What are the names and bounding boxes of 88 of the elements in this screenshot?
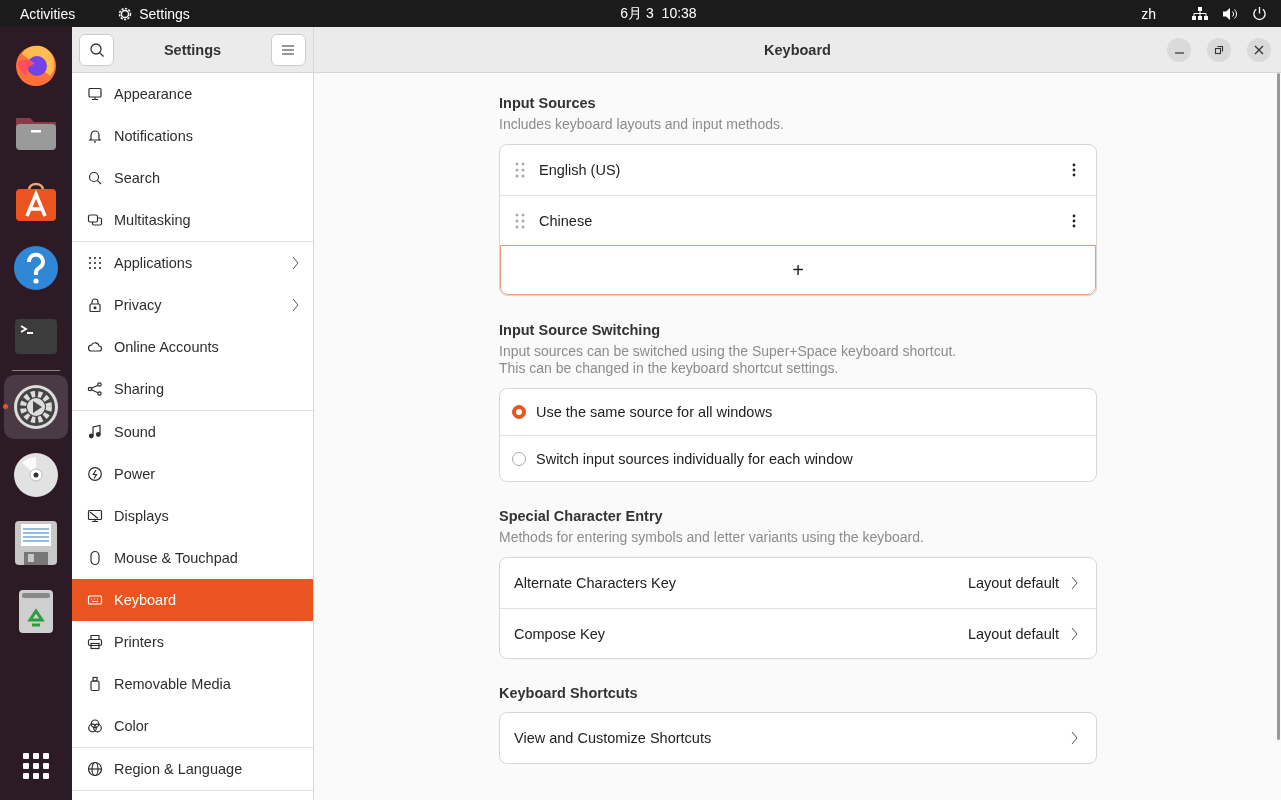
input-method-indicator[interactable]: zh — [1141, 5, 1156, 22]
setting-label[interactable]: Alternate Characters Key — [514, 575, 956, 591]
section-title: Input Source Switching — [499, 322, 662, 338]
printer-icon — [87, 634, 103, 650]
mouse-icon — [87, 550, 103, 566]
volume-icon[interactable] — [1222, 6, 1238, 21]
chevron-icon — [1071, 576, 1078, 590]
help-icon — [12, 244, 60, 292]
sidebar-item[interactable]: Sound — [72, 411, 313, 453]
sidebar-item[interactable]: Removable Media — [72, 663, 313, 705]
more-options-icon[interactable] — [1072, 163, 1076, 177]
radio-button[interactable] — [512, 405, 526, 419]
close-button[interactable] — [1247, 38, 1271, 62]
section-description: Methods for entering symbols and letter variants using the keyboard. — [499, 529, 925, 546]
setting-label[interactable]: View and Customize Shortcuts — [514, 730, 1059, 746]
sidebar-item[interactable]: Mouse & Touchpad — [72, 537, 313, 579]
app-menu[interactable]: Settings — [117, 5, 190, 22]
sidebar-item[interactable]: Notifications — [72, 115, 313, 157]
window-title: Keyboard — [764, 41, 831, 58]
lock-icon — [87, 297, 103, 313]
close-icon — [1254, 45, 1264, 55]
setting-value: Layout default — [967, 575, 1059, 591]
sidebar-item[interactable]: Printers — [72, 621, 313, 663]
share-icon — [87, 381, 103, 397]
chevron-icon — [1071, 626, 1078, 641]
display-icon — [87, 508, 103, 524]
drag-handle-icon[interactable] — [515, 162, 525, 178]
keyboard-icon — [87, 592, 103, 608]
sidebar-item[interactable]: Keyboard — [72, 579, 313, 621]
activities-button[interactable]: Activities — [20, 5, 76, 22]
input-source-name: Chinese — [539, 212, 594, 229]
menu-icon — [282, 44, 295, 55]
grid-icon — [87, 255, 103, 271]
drag-handle-icon[interactable] — [515, 212, 525, 229]
text-editor-icon — [12, 519, 60, 567]
section-title: Keyboard Shortcuts — [499, 685, 639, 701]
minimize-icon — [1174, 52, 1184, 54]
sidebar-item[interactable]: Multitasking — [72, 199, 313, 241]
running-indicator — [3, 404, 8, 409]
app-grid-icon[interactable] — [20, 750, 52, 782]
maximize-button[interactable] — [1207, 38, 1231, 62]
section-description: Input sources can be switched using the Super+Space keyboard shortcut. — [499, 343, 958, 360]
sidebar-item[interactable]: Sharing — [72, 368, 313, 410]
sidebar-item[interactable]: Appearance — [72, 73, 313, 115]
section-title: Input Sources — [499, 95, 597, 111]
dock-item[interactable] — [4, 375, 68, 439]
setting-value: Layout default — [967, 625, 1059, 642]
sidebar-item[interactable]: Applications — [72, 242, 313, 284]
windows-icon — [87, 212, 103, 228]
setting-label[interactable]: Compose Key — [514, 625, 956, 642]
restore-icon — [1214, 45, 1224, 55]
minimize-button[interactable] — [1167, 38, 1191, 62]
power-icon[interactable] — [1252, 6, 1267, 21]
sidebar-item[interactable]: Privacy — [72, 284, 313, 326]
sidebar-item[interactable]: Online Accounts — [72, 326, 313, 368]
network-icon[interactable] — [1192, 6, 1208, 21]
option-label[interactable]: Switch input sources individually for each window — [536, 450, 853, 467]
music-note-icon — [87, 424, 103, 440]
gear-icon — [117, 5, 134, 22]
sidebar-item[interactable]: Search — [72, 157, 313, 199]
search-icon — [88, 41, 105, 58]
sidebar-item[interactable]: Displays — [72, 495, 313, 537]
input-source-name: English (US) — [539, 162, 622, 178]
option-label[interactable]: Use the same source for all windows — [536, 404, 773, 420]
scrollbar[interactable] — [1277, 73, 1280, 740]
menu-button[interactable] — [271, 33, 306, 66]
chevron-icon — [1071, 731, 1078, 745]
sidebar-item[interactable]: Power — [72, 453, 313, 495]
bell-icon — [87, 128, 103, 144]
add-input-source-button[interactable]: + — [500, 245, 1096, 295]
search-icon — [87, 170, 103, 186]
power-icon — [87, 466, 103, 482]
section-title: Special Character Entry — [499, 508, 664, 524]
more-options-icon[interactable] — [1072, 213, 1076, 228]
sidebar-item[interactable]: Color — [72, 705, 313, 747]
globe-icon — [87, 761, 103, 777]
cloud-icon — [87, 339, 103, 355]
sidebar-item[interactable]: Region & Language — [72, 748, 313, 790]
color-icon — [87, 718, 103, 734]
usb-drive-icon — [87, 676, 103, 692]
section-description: This can be changed in the keyboard shortcut settings. — [499, 360, 840, 377]
search-button[interactable] — [79, 33, 114, 66]
section-description: Includes keyboard layouts and input methods. — [499, 116, 785, 133]
sidebar-title: Settings — [163, 41, 222, 58]
monitor-icon — [87, 86, 103, 102]
disc-icon — [12, 451, 60, 499]
gear-icon — [12, 383, 60, 431]
clock[interactable]: 6月 3 10:38 — [584, 4, 697, 23]
